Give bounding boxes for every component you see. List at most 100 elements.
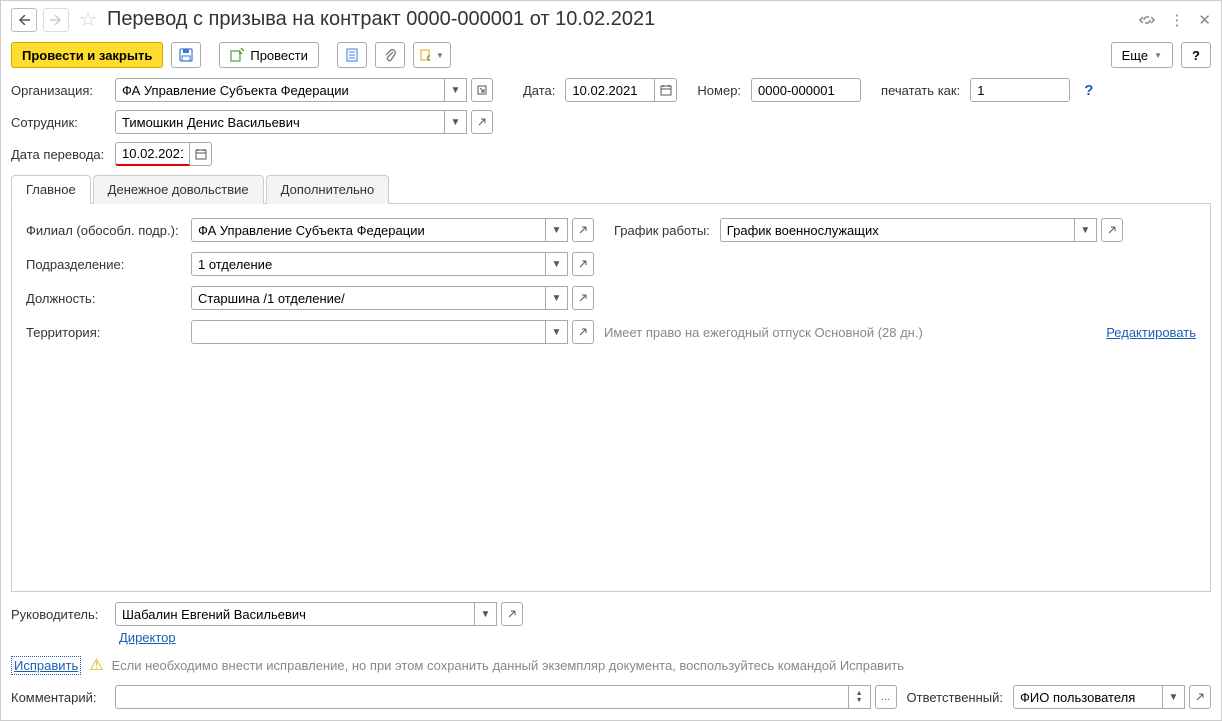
employee-input-group: ▼ [115, 110, 493, 134]
calendar-icon [660, 84, 672, 96]
document-plus-icon [420, 48, 430, 62]
employee-label: Сотрудник: [11, 115, 105, 130]
post-button-label: Провести [250, 48, 308, 63]
more-button-label: Еще [1122, 48, 1148, 63]
territory-input[interactable] [191, 320, 546, 344]
branch-dropdown-button[interactable]: ▼ [546, 218, 568, 242]
open-icon [477, 117, 487, 127]
comment-ellipsis-button[interactable]: … [875, 685, 897, 709]
branch-label: Филиал (обособл. подр.): [26, 223, 181, 238]
nav-forward-button [43, 8, 69, 32]
kebab-menu-icon[interactable]: ⋮ [1169, 11, 1184, 29]
division-input[interactable] [191, 252, 546, 276]
open-icon [1195, 692, 1205, 702]
responsible-open-button[interactable] [1189, 685, 1211, 709]
transfer-date-input-group [115, 142, 212, 166]
tab-main[interactable]: Главное [11, 175, 91, 204]
link-icon[interactable] [1139, 12, 1155, 28]
position-input[interactable] [191, 286, 546, 310]
manager-input[interactable] [115, 602, 475, 626]
help-button[interactable]: ? [1181, 42, 1211, 68]
tabs: Главное Денежное довольствие Дополнитель… [11, 174, 1211, 204]
schedule-input-group: ▼ [720, 218, 1123, 242]
manager-label: Руководитель: [11, 607, 105, 622]
report-button[interactable] [337, 42, 367, 68]
comment-label: Комментарий: [11, 690, 105, 705]
org-dropdown-button[interactable]: ▼ [445, 78, 467, 102]
manager-dropdown-button[interactable]: ▼ [475, 602, 497, 626]
responsible-dropdown-button[interactable]: ▼ [1163, 685, 1185, 709]
responsible-input[interactable] [1013, 685, 1163, 709]
comment-input-group: ▲▼ … [115, 685, 897, 709]
position-dropdown-button[interactable]: ▼ [546, 286, 568, 310]
division-dropdown-button[interactable]: ▼ [546, 252, 568, 276]
arrow-left-icon [18, 15, 30, 25]
post-button[interactable]: Провести [219, 42, 319, 68]
close-icon[interactable]: ✕ [1198, 11, 1211, 29]
division-label: Подразделение: [26, 257, 181, 272]
tab-allowance[interactable]: Денежное довольствие [93, 175, 264, 204]
header-form: Организация: ▼ Дата: Номер: печатать как… [1, 78, 1221, 592]
title-bar: ☆ Перевод с призыва на контракт 0000-000… [1, 1, 1221, 38]
branch-input[interactable] [191, 218, 546, 242]
territory-dropdown-button[interactable]: ▼ [546, 320, 568, 344]
org-open-button[interactable] [471, 78, 493, 102]
transfer-date-input[interactable] [115, 142, 190, 166]
create-based-on-button[interactable]: ▼ [413, 42, 451, 68]
open-icon [578, 259, 588, 269]
print-as-label: печатать как: [881, 83, 960, 98]
attach-button[interactable] [375, 42, 405, 68]
schedule-dropdown-button[interactable]: ▼ [1075, 218, 1097, 242]
open-icon [578, 225, 588, 235]
comment-input[interactable] [115, 685, 849, 709]
division-input-group: ▼ [191, 252, 594, 276]
calendar-icon [195, 148, 207, 160]
branch-open-button[interactable] [572, 218, 594, 242]
open-icon [578, 327, 588, 337]
report-icon [345, 48, 359, 62]
schedule-open-button[interactable] [1101, 218, 1123, 242]
position-open-button[interactable] [572, 286, 594, 310]
correct-link[interactable]: Исправить [11, 656, 81, 675]
warning-icon: ⚠ [89, 655, 103, 675]
open-icon [507, 609, 517, 619]
nav-back-button[interactable] [11, 8, 37, 32]
manager-open-button[interactable] [501, 602, 523, 626]
date-label: Дата: [523, 83, 555, 98]
transfer-date-calendar-button[interactable] [190, 142, 212, 166]
footer: Руководитель: ▼ Директор Исправить ⚠ Есл… [1, 592, 1221, 719]
save-button[interactable] [171, 42, 201, 68]
territory-open-button[interactable] [572, 320, 594, 344]
employee-dropdown-button[interactable]: ▼ [445, 110, 467, 134]
favorite-star-icon[interactable]: ☆ [79, 7, 97, 32]
territory-label: Территория: [26, 325, 181, 340]
print-as-help-icon[interactable]: ? [1084, 82, 1093, 99]
schedule-input[interactable] [720, 218, 1075, 242]
chevron-down-icon: ▼ [1154, 51, 1162, 60]
employee-input[interactable] [115, 110, 445, 134]
edit-vacation-link[interactable]: Редактировать [1106, 325, 1196, 340]
post-icon [230, 48, 244, 62]
date-input-group [565, 78, 677, 102]
date-input[interactable] [565, 78, 655, 102]
schedule-label: График работы: [614, 223, 710, 238]
open-icon [578, 293, 588, 303]
manager-role-link[interactable]: Директор [119, 630, 176, 645]
post-and-close-button[interactable]: Провести и закрыть [11, 42, 163, 68]
org-input[interactable] [115, 78, 445, 102]
territory-input-group: ▼ [191, 320, 594, 344]
tab-additional[interactable]: Дополнительно [266, 175, 390, 204]
comment-spinner-up[interactable]: ▲▼ [849, 685, 871, 709]
date-calendar-button[interactable] [655, 78, 677, 102]
more-button[interactable]: Еще ▼ [1111, 42, 1173, 68]
responsible-input-group: ▼ [1013, 685, 1211, 709]
print-as-input[interactable] [970, 78, 1070, 102]
toolbar: Провести и закрыть Провести ▼ Еще ▼ ? [1, 38, 1221, 78]
number-input[interactable] [751, 78, 861, 102]
org-input-group: ▼ [115, 78, 493, 102]
division-open-button[interactable] [572, 252, 594, 276]
org-label: Организация: [11, 83, 105, 98]
vacation-info-text: Имеет право на ежегодный отпуск Основной… [604, 325, 1096, 340]
employee-open-button[interactable] [471, 110, 493, 134]
warning-text: Если необходимо внести исправление, но п… [112, 658, 904, 673]
